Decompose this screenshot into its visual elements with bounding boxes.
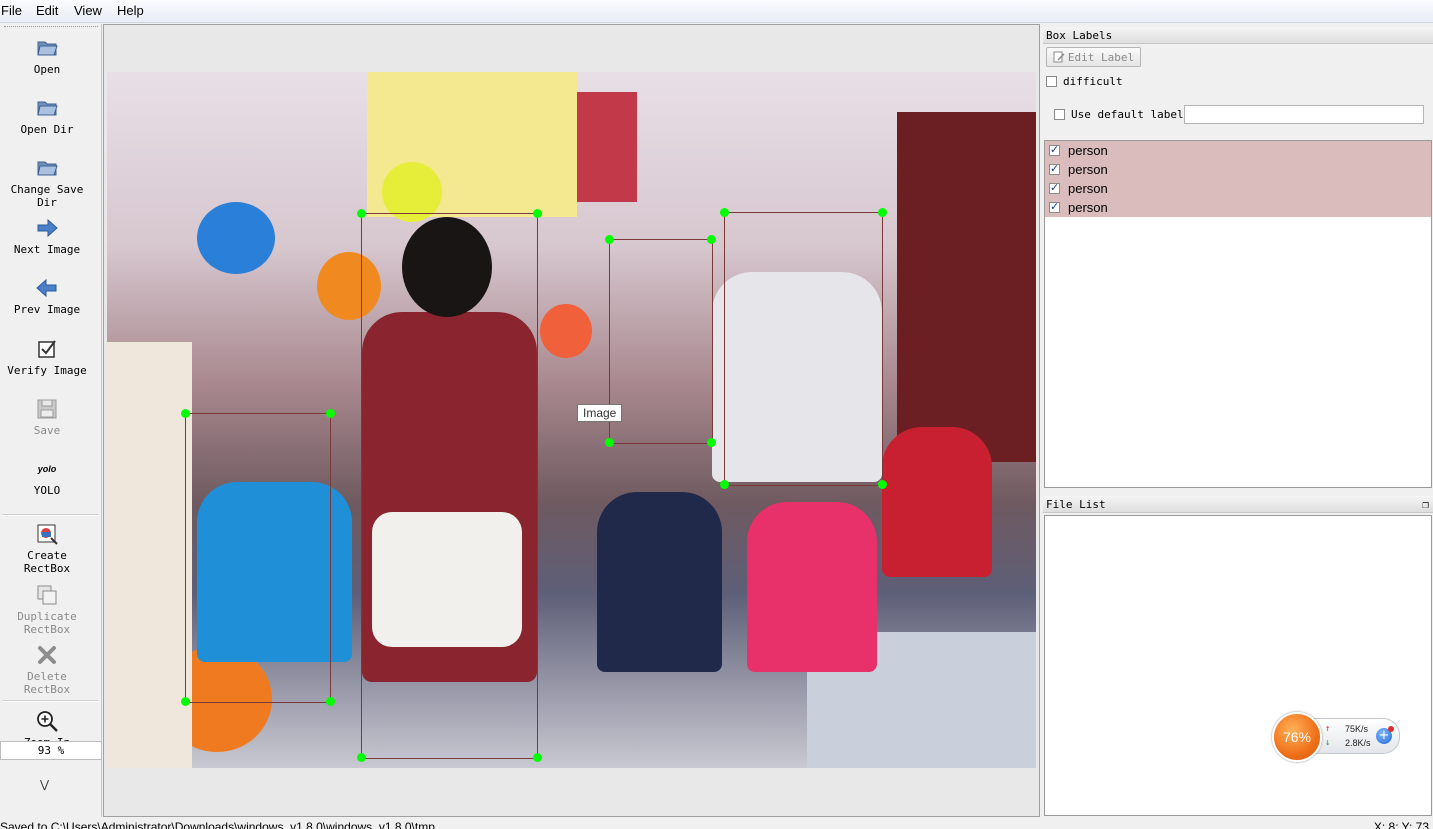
usage-percent: 76% — [1272, 712, 1322, 762]
bbox-handle[interactable] — [181, 409, 190, 418]
label-list-item[interactable]: person — [1045, 179, 1431, 198]
bbox-handle[interactable] — [605, 235, 614, 244]
network-monitor-widget[interactable]: 76% ↑ 75K/s ↓ 2.8K/s + — [1272, 712, 1400, 762]
bbox-handle[interactable] — [533, 753, 542, 762]
status-bar: Saved to C:\Users\Administrator\Download… — [0, 818, 1433, 829]
open-dir-button[interactable]: Open Dir — [0, 96, 94, 136]
zoom-in-icon — [37, 711, 58, 732]
file-list-title: File List ❐ — [1043, 496, 1433, 513]
change-save-dir-button[interactable]: Change Save Dir — [0, 156, 94, 209]
menu-file[interactable]: File — [1, 3, 22, 18]
label-visibility-checkbox[interactable] — [1049, 200, 1060, 213]
folder-icon — [37, 41, 58, 56]
difficult-checkbox[interactable] — [1046, 76, 1057, 87]
scene-banner — [577, 92, 637, 202]
format-yolo-button[interactable]: yolo YOLO — [0, 457, 94, 497]
label-visibility-checkbox[interactable] — [1049, 162, 1060, 175]
zoom-spinbox[interactable]: 93 % — [0, 741, 102, 760]
file-list[interactable] — [1044, 515, 1432, 816]
bbox-person[interactable] — [609, 239, 713, 444]
menu-edit[interactable]: Edit — [36, 3, 58, 18]
copy-icon — [37, 585, 57, 605]
box-labels-title: Box Labels — [1043, 27, 1433, 44]
toolbar-separator — [2, 700, 98, 702]
bbox-person[interactable] — [724, 212, 883, 486]
scene-child-dark — [597, 492, 722, 672]
scene-balloon-red — [540, 304, 592, 358]
bbox-handle[interactable] — [326, 697, 335, 706]
notification-dot — [1388, 726, 1394, 732]
folder-icon — [37, 101, 58, 116]
edit-icon — [1053, 51, 1065, 63]
folder-icon — [37, 161, 58, 176]
create-rectbox-button[interactable]: Create RectBox — [0, 522, 94, 575]
scene-balloon-blue — [197, 202, 275, 274]
checkbox-icon — [38, 340, 56, 358]
label-visibility-checkbox[interactable] — [1049, 181, 1060, 194]
float-dock-icon[interactable]: ❐ — [1422, 496, 1429, 513]
toolbar-more-chevron-icon[interactable]: ⋁ — [40, 778, 49, 791]
label-visibility-checkbox[interactable] — [1049, 143, 1060, 156]
upload-arrow-icon: ↑ — [1325, 724, 1331, 734]
status-message: Saved to C:\Users\Administrator\Download… — [0, 820, 435, 829]
upload-speed: 75K/s — [1345, 724, 1369, 734]
bbox-handle[interactable] — [181, 697, 190, 706]
label-list-item[interactable]: person — [1045, 198, 1431, 217]
scene-shelf — [897, 112, 1036, 462]
scene-child-red — [882, 427, 992, 577]
difficult-label: difficult — [1063, 75, 1123, 88]
duplicate-rectbox-button[interactable]: Duplicate RectBox — [0, 583, 94, 636]
use-default-label-text: Use default label — [1071, 108, 1184, 121]
menu-help[interactable]: Help — [117, 3, 144, 18]
bbox-person[interactable] — [185, 413, 331, 703]
delete-rectbox-button[interactable]: Delete RectBox — [0, 643, 94, 696]
cursor-coordinates: X: 8; Y: 73 — [1373, 820, 1429, 829]
edit-label-button[interactable]: Edit Label — [1046, 47, 1141, 67]
default-label-input[interactable] — [1184, 105, 1424, 124]
next-image-button[interactable]: Next Image — [0, 216, 94, 256]
menu-bar: File Edit View Help — [0, 0, 1433, 23]
open-button[interactable]: Open — [0, 36, 94, 76]
menu-view[interactable]: View — [74, 3, 102, 18]
label-list[interactable]: person person person person — [1044, 140, 1432, 488]
prev-image-button[interactable]: Prev Image — [0, 276, 94, 316]
arrow-left-icon — [36, 278, 57, 298]
bbox-handle[interactable] — [707, 235, 716, 244]
bbox-handle[interactable] — [707, 438, 716, 447]
bbox-handle[interactable] — [326, 409, 335, 418]
bbox-handle[interactable] — [533, 209, 542, 218]
scene-person-left — [107, 342, 192, 768]
arrow-right-icon — [37, 218, 58, 238]
scene-child-pink — [747, 502, 877, 672]
use-default-label-checkbox[interactable] — [1054, 109, 1065, 120]
delete-x-icon — [38, 646, 56, 664]
bbox-handle[interactable] — [357, 753, 366, 762]
bbox-handle[interactable] — [605, 438, 614, 447]
label-list-item[interactable]: person — [1045, 160, 1431, 179]
label-list-item[interactable]: person — [1045, 141, 1431, 160]
download-speed: 2.8K/s — [1345, 738, 1371, 748]
toolbar-grip[interactable] — [4, 26, 98, 27]
bbox-handle[interactable] — [720, 480, 729, 489]
bbox-handle[interactable] — [878, 208, 887, 217]
bbox-handle[interactable] — [720, 208, 729, 217]
toolbar-separator — [2, 514, 98, 516]
verify-image-button[interactable]: Verify Image — [0, 337, 94, 377]
download-arrow-icon: ↓ — [1325, 738, 1331, 748]
toolbar: Open Open Dir Change Save Dir Next Image… — [0, 24, 102, 817]
floppy-disk-icon — [37, 399, 57, 419]
yolo-icon: yolo — [37, 464, 57, 474]
save-button[interactable]: Save — [0, 397, 94, 437]
canvas-tooltip: Image — [577, 404, 623, 422]
bbox-handle[interactable] — [878, 480, 887, 489]
bbox-person[interactable] — [361, 213, 538, 759]
bbox-handle[interactable] — [357, 209, 366, 218]
create-rect-icon — [37, 524, 58, 545]
